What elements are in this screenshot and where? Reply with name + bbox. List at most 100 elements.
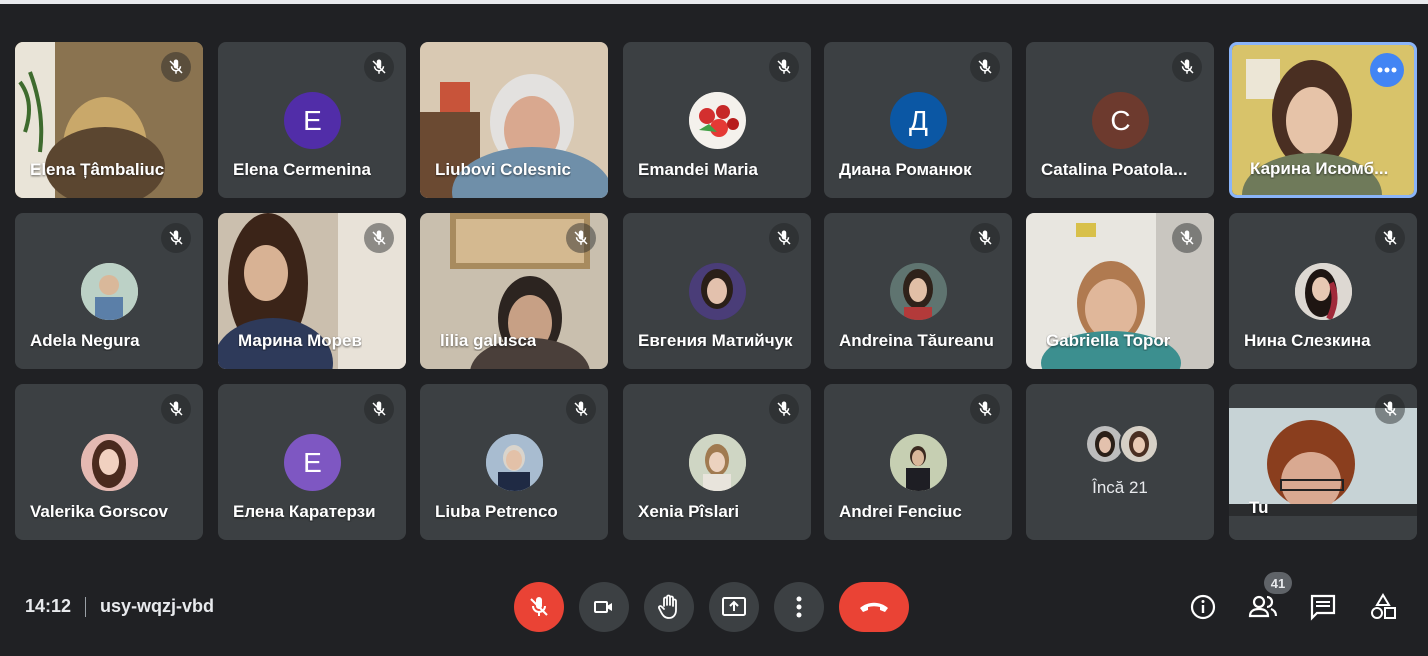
self-view-tile[interactable]: Tu <box>1229 384 1417 540</box>
avatar <box>1295 263 1352 320</box>
mic-off-icon <box>364 223 394 253</box>
end-call-icon <box>860 602 888 612</box>
mic-off-icon <box>1172 223 1202 253</box>
participant-name: Диана Романюк <box>839 160 972 179</box>
mic-off-icon <box>161 394 191 424</box>
avatar <box>689 263 746 320</box>
participant-name: Elena Țâmbaliuc <box>30 160 165 179</box>
divider <box>85 596 87 617</box>
more-vert-icon <box>796 596 802 618</box>
participant-name: Elena Cermenina <box>233 160 371 179</box>
participant-tile[interactable]: E Elena Cermenina <box>218 42 406 198</box>
mic-off-icon <box>364 52 394 82</box>
participant-name: Елена Каратерзи <box>233 502 376 521</box>
present-screen-icon <box>722 597 746 616</box>
participant-tile[interactable]: Евгения Матийчук <box>623 213 811 369</box>
participant-tile[interactable]: Andreina Tăureanu <box>824 213 1012 369</box>
participant-tile[interactable]: lilia galusca <box>420 213 608 369</box>
meeting-details-button[interactable] <box>1186 590 1220 624</box>
mic-off-icon <box>769 394 799 424</box>
mic-off-icon <box>161 52 191 82</box>
avatar: C <box>1092 92 1149 149</box>
avatar <box>890 263 947 320</box>
chat-button[interactable] <box>1306 590 1340 624</box>
avatar <box>689 92 746 149</box>
more-participants-label: Încă 21 <box>1092 478 1148 497</box>
participant-tile[interactable]: Gabriella Topor <box>1026 213 1214 369</box>
participant-tile[interactable]: Liuba Petrenco <box>420 384 608 540</box>
participant-name: lilia galusca <box>440 331 537 350</box>
leave-call-button[interactable] <box>839 582 909 632</box>
participant-tile[interactable]: Д Диана Романюк <box>824 42 1012 198</box>
participant-tile[interactable]: Adela Negura <box>15 213 203 369</box>
mic-off-icon <box>566 223 596 253</box>
participant-name: Tu <box>1249 498 1269 517</box>
more-options-button[interactable] <box>774 582 824 632</box>
participant-name: Adela Negura <box>30 331 140 350</box>
participant-name: Марина Морев <box>238 331 362 350</box>
participant-tile[interactable]: Liubovi Colesnic <box>420 42 608 198</box>
avatar: Д <box>890 92 947 149</box>
participant-tile[interactable]: Andrei Fenciuc <box>824 384 1012 540</box>
mic-off-icon <box>161 223 191 253</box>
meeting-time: 14:12 <box>25 596 72 616</box>
raise-hand-button[interactable] <box>644 582 694 632</box>
participant-tile[interactable]: Valerika Gorscov <box>15 384 203 540</box>
participant-name: Карина Исюмб... <box>1250 159 1389 178</box>
mic-off-icon <box>769 223 799 253</box>
participant-tile[interactable]: Emandei Maria <box>623 42 811 198</box>
participant-name: Andreina Tăureanu <box>839 331 994 350</box>
meeting-info: 14:12 usy-wqzj-vbd <box>25 596 214 617</box>
participant-name: Liubovi Colesnic <box>435 160 572 179</box>
participant-name: Gabriella Topor <box>1046 331 1171 350</box>
participant-name: Евгения Матийчук <box>638 331 793 350</box>
camera-toggle-button[interactable] <box>579 582 629 632</box>
mic-off-icon <box>364 394 394 424</box>
avatar <box>81 263 138 320</box>
participant-tile[interactable]: Elena Țâmbaliuc <box>15 42 203 198</box>
mic-off-icon <box>970 223 1000 253</box>
participant-name: Нина Слезкина <box>1244 331 1371 350</box>
mic-off-icon <box>1172 52 1202 82</box>
avatar <box>486 434 543 491</box>
participant-tile[interactable]: C Catalina Poatola... <box>1026 42 1214 198</box>
activities-icon <box>1371 593 1396 619</box>
participant-name: Valerika Gorscov <box>30 502 168 521</box>
people-icon <box>1248 595 1278 618</box>
show-everyone-button[interactable] <box>1246 590 1280 624</box>
participant-name: Emandei Maria <box>638 160 758 179</box>
participant-tile[interactable]: Марина Морев <box>218 213 406 369</box>
chat-icon <box>1310 594 1336 621</box>
participant-name: Catalina Poatola... <box>1041 160 1188 179</box>
raise-hand-icon <box>658 594 677 619</box>
more-options-icon[interactable] <box>1370 53 1404 87</box>
avatar: E <box>284 434 341 491</box>
avatar <box>689 434 746 491</box>
mic-toggle-button[interactable] <box>514 582 564 632</box>
window-top-border <box>0 0 1428 4</box>
avatar <box>81 434 138 491</box>
mic-off-icon <box>1375 394 1405 424</box>
present-now-button[interactable] <box>709 582 759 632</box>
participant-tile[interactable]: Нина Слезкина <box>1229 213 1417 369</box>
mic-off-icon <box>566 394 596 424</box>
participant-tile[interactable]: Xenia Pîslari <box>623 384 811 540</box>
mic-off-icon <box>530 597 548 616</box>
participant-name: Xenia Pîslari <box>638 502 740 521</box>
meeting-code[interactable]: usy-wqzj-vbd <box>100 596 214 617</box>
mic-off-icon <box>769 52 799 82</box>
avatar: E <box>284 92 341 149</box>
mic-off-icon <box>970 52 1000 82</box>
participant-tile-active[interactable]: Карина Исюмб... <box>1229 42 1417 198</box>
participant-tile[interactable]: E Елена Каратерзи <box>218 384 406 540</box>
avatar <box>1119 424 1159 464</box>
camera-icon <box>594 601 612 613</box>
mic-off-icon <box>970 394 1000 424</box>
mic-off-icon <box>1375 223 1405 253</box>
participant-name: Andrei Fenciuc <box>839 502 962 521</box>
activities-button[interactable] <box>1366 590 1400 624</box>
avatar <box>890 434 947 491</box>
more-participants-tile[interactable]: Încă 21 <box>1026 384 1214 540</box>
info-icon <box>1190 594 1216 620</box>
participant-name: Liuba Petrenco <box>435 502 558 521</box>
